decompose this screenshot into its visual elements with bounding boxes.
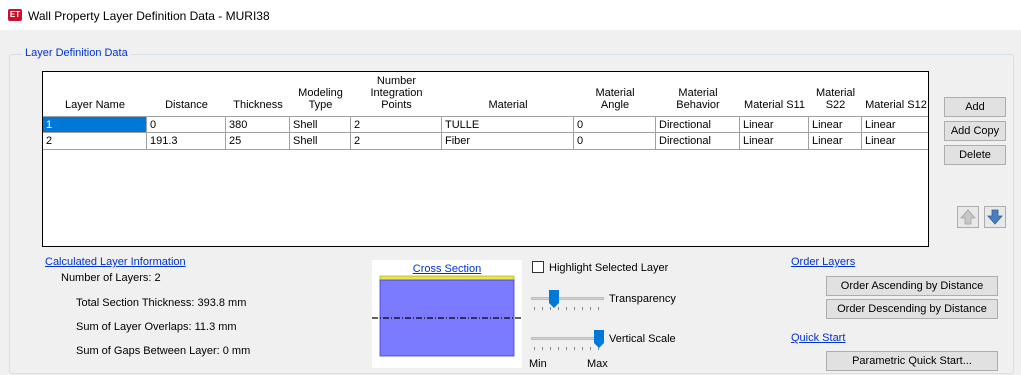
table-cell[interactable]: Fiber bbox=[442, 133, 574, 150]
table-cell[interactable]: Linear bbox=[740, 133, 809, 150]
table-cell[interactable]: Linear bbox=[809, 133, 862, 150]
calculated-layer-info-title: Calculated Layer Information bbox=[45, 256, 186, 268]
move-down-button[interactable] bbox=[984, 206, 1006, 228]
total-section-thickness: Total Section Thickness: 393.8 mm bbox=[76, 297, 247, 309]
vertical-scale-label: Vertical Scale bbox=[609, 333, 676, 345]
transparency-slider-track[interactable] bbox=[531, 297, 604, 300]
slider-min-label: Min bbox=[529, 358, 547, 370]
table-cell[interactable]: Linear bbox=[862, 116, 928, 133]
column-header[interactable]: Material S12 bbox=[862, 72, 928, 115]
table-cell[interactable]: 0 bbox=[574, 133, 656, 150]
layer-table[interactable]: Layer Name Distance Thickness Modeling T… bbox=[42, 71, 929, 247]
sum-of-gaps: Sum of Gaps Between Layer: 0 mm bbox=[76, 345, 251, 357]
order-layers-title: Order Layers bbox=[791, 256, 856, 268]
table-cell[interactable]: Linear bbox=[740, 116, 809, 133]
table-cell[interactable]: Linear bbox=[809, 116, 862, 133]
column-header[interactable]: Material Behavior bbox=[656, 72, 740, 115]
table-cell[interactable]: Directional bbox=[656, 116, 740, 133]
add-copy-button[interactable]: Add Copy bbox=[944, 121, 1006, 141]
table-cell[interactable]: 0 bbox=[147, 116, 226, 133]
cross-section-drawing bbox=[372, 275, 522, 357]
column-header[interactable]: Material bbox=[442, 72, 574, 115]
transparency-label: Transparency bbox=[609, 293, 676, 305]
order-ascending-button[interactable]: Order Ascending by Distance bbox=[826, 276, 998, 296]
table-cell[interactable]: 191.3 bbox=[147, 133, 226, 150]
transparency-ticks bbox=[534, 307, 599, 310]
vertical-scale-slider-thumb[interactable] bbox=[594, 330, 604, 348]
column-header[interactable]: Material S11 bbox=[740, 72, 809, 115]
table-cell[interactable]: 0 bbox=[574, 116, 656, 133]
column-header[interactable]: Modeling Type bbox=[290, 72, 351, 115]
app-icon: ET bbox=[8, 9, 22, 21]
window-title: Wall Property Layer Definition Data - MU… bbox=[28, 9, 270, 23]
table-cell[interactable]: Directional bbox=[656, 133, 740, 150]
title-bar: ET Wall Property Layer Definition Data -… bbox=[0, 0, 1021, 30]
number-of-layers: Number of Layers: 2 bbox=[61, 272, 161, 284]
arrow-up-icon bbox=[960, 209, 976, 225]
transparency-slider-thumb[interactable] bbox=[548, 290, 559, 308]
arrow-down-icon bbox=[987, 209, 1003, 225]
cross-section-panel: Cross Section bbox=[372, 260, 522, 368]
slider-max-label: Max bbox=[587, 358, 608, 370]
table-cell[interactable]: 2 bbox=[351, 116, 442, 133]
order-descending-button[interactable]: Order Descending by Distance bbox=[826, 299, 998, 319]
column-header[interactable]: Layer Name bbox=[43, 72, 147, 115]
table-cell[interactable]: 380 bbox=[226, 116, 290, 133]
table-cell[interactable]: Shell bbox=[290, 133, 351, 150]
sum-of-layer-overlaps: Sum of Layer Overlaps: 11.3 mm bbox=[76, 321, 237, 333]
table-cell[interactable]: 2 bbox=[43, 133, 147, 150]
move-up-button[interactable] bbox=[957, 206, 979, 228]
table-cell[interactable]: Linear bbox=[862, 133, 928, 150]
parametric-quick-start-button[interactable]: Parametric Quick Start... bbox=[826, 351, 998, 371]
highlight-selected-layer-checkbox[interactable] bbox=[532, 261, 544, 273]
highlight-selected-layer-label: Highlight Selected Layer bbox=[549, 262, 669, 274]
column-header[interactable]: Thickness bbox=[226, 72, 290, 115]
delete-button[interactable]: Delete bbox=[944, 145, 1006, 165]
table-cell[interactable]: 25 bbox=[226, 133, 290, 150]
column-header[interactable]: Material S22 bbox=[809, 72, 862, 115]
table-cell[interactable]: Shell bbox=[290, 116, 351, 133]
table-cell[interactable]: 2 bbox=[351, 133, 442, 150]
table-cell[interactable]: 1 bbox=[43, 116, 147, 133]
group-title: Layer Definition Data bbox=[22, 47, 131, 59]
column-header[interactable]: Material Angle bbox=[574, 72, 656, 115]
table-cell[interactable]: TULLE bbox=[442, 116, 574, 133]
add-button[interactable]: Add bbox=[944, 97, 1006, 117]
quick-start-title: Quick Start bbox=[791, 332, 846, 344]
column-header[interactable]: Number Integration Points bbox=[351, 72, 442, 115]
column-header[interactable]: Distance bbox=[147, 72, 226, 115]
